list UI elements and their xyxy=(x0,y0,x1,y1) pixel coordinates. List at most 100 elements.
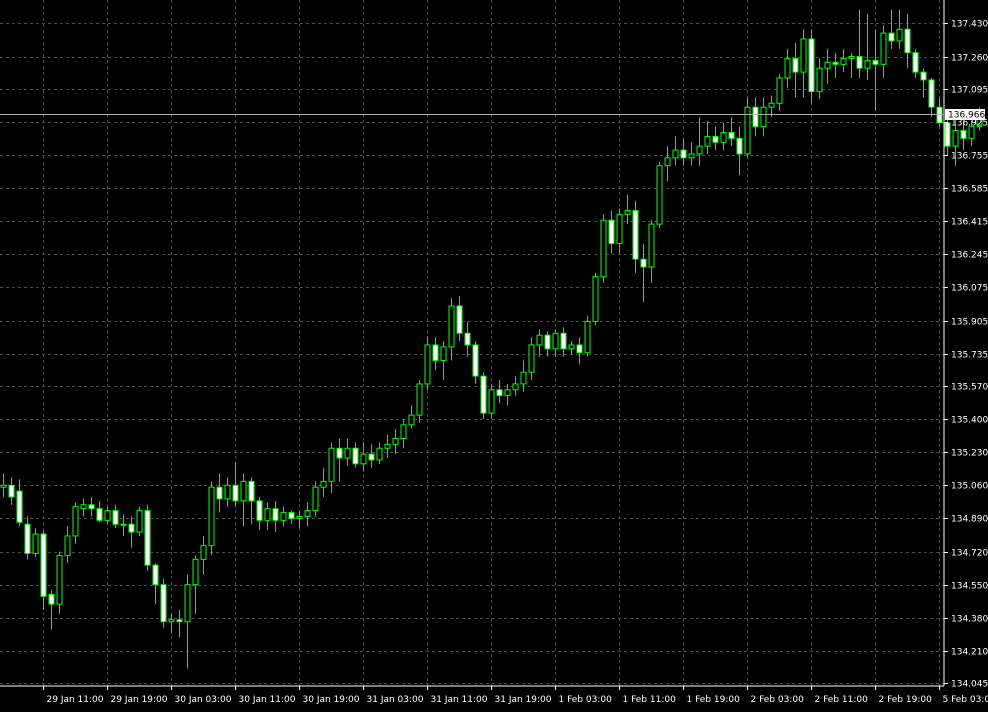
candle-body-bullish xyxy=(552,332,559,350)
candle xyxy=(208,481,215,556)
candle-body-bearish xyxy=(96,508,103,521)
price-tick-label: 135.735 xyxy=(951,351,988,361)
candle xyxy=(480,372,487,420)
time-tick-label: 29 Jan 11:00 xyxy=(47,695,104,705)
candle-body-bearish xyxy=(256,500,263,521)
price-tick-label: 137.260 xyxy=(951,54,988,64)
candle-body-bearish xyxy=(456,305,463,334)
candle-body-bearish xyxy=(928,79,935,108)
price-tick-label: 135.570 xyxy=(951,383,988,393)
time-tick-label: 30 Jan 19:00 xyxy=(303,695,360,705)
candle-body-bullish xyxy=(0,484,7,488)
price-tick-label: 134.550 xyxy=(951,582,988,592)
time-tick-label: 29 Jan 19:00 xyxy=(111,695,168,705)
candle-body-bullish xyxy=(64,535,71,556)
candle-body-bullish xyxy=(512,383,519,391)
candle-body-bullish xyxy=(776,77,783,104)
candle-body-bullish xyxy=(720,132,727,143)
candle-body-bullish xyxy=(328,447,335,482)
price-tick-label: 135.060 xyxy=(951,482,988,492)
candle-body-bullish xyxy=(488,389,495,414)
candle-body-bullish xyxy=(320,480,327,488)
chart-background xyxy=(0,0,988,712)
candle-body-bullish xyxy=(136,510,143,533)
candle-body-bullish xyxy=(688,153,695,159)
candlestick-chart[interactable]: 137.430137.260137.095136.925136.755136.5… xyxy=(0,0,988,712)
candle-body-bearish xyxy=(216,486,223,500)
price-tick-label: 134.890 xyxy=(951,515,988,525)
candle-body-bullish xyxy=(824,61,831,69)
candle-body-bullish xyxy=(592,276,599,323)
candle xyxy=(600,214,607,283)
candle-body-bearish xyxy=(496,389,503,397)
candle-body-bearish xyxy=(248,480,255,502)
candle xyxy=(592,272,599,326)
candle-body-bullish xyxy=(312,486,319,512)
price-tick-label: 134.720 xyxy=(951,549,988,559)
price-tick-label: 134.380 xyxy=(951,615,988,625)
candle-body-bearish xyxy=(24,523,31,554)
candle-body-bearish xyxy=(368,453,375,461)
candle-body-bullish xyxy=(800,38,807,73)
time-tick-label: 5 Feb 03:00 xyxy=(943,695,988,705)
candle-body-bearish xyxy=(88,504,95,510)
candle-body-bullish xyxy=(208,486,215,547)
price-tick-label: 136.075 xyxy=(951,284,988,294)
candle-body-bullish xyxy=(376,447,383,461)
candle-body-bullish xyxy=(32,533,39,554)
candle-body-bullish xyxy=(768,102,775,108)
time-tick-label: 31 Jan 11:00 xyxy=(431,695,488,705)
candle-body-bullish xyxy=(664,157,671,167)
price-tick-label: 136.585 xyxy=(951,185,988,195)
candle xyxy=(160,578,167,628)
candle-body-bullish xyxy=(104,510,111,521)
candle-body-bullish xyxy=(192,558,199,586)
current-price-label: 136.966 xyxy=(948,111,985,121)
price-chart-window[interactable]: 137.430 137.260 137.095 136.925 136.755 136.5… xyxy=(0,0,988,712)
candle-body-bearish xyxy=(352,447,359,465)
candle-body-bullish xyxy=(600,219,607,278)
candle-body-bullish xyxy=(448,305,455,348)
candle-body-bearish xyxy=(336,447,343,459)
candle-body-bearish xyxy=(752,106,759,128)
candle-body-bullish xyxy=(696,145,703,155)
time-tick-label: 30 Jan 03:00 xyxy=(175,695,232,705)
candle-body-bearish xyxy=(152,564,159,586)
price-tick-label: 135.400 xyxy=(951,416,988,426)
candle-body-bullish xyxy=(760,106,767,128)
candle-body-bullish xyxy=(408,414,415,426)
candle-body-bearish xyxy=(912,52,919,73)
price-tick-label: 136.245 xyxy=(951,251,988,261)
candle-body-bullish xyxy=(440,346,447,362)
candle-body-bullish xyxy=(296,515,303,519)
candle-body-bearish xyxy=(560,332,567,350)
candle-body-bearish xyxy=(544,334,551,350)
candle-body-bullish xyxy=(840,57,847,65)
candle-body-bearish xyxy=(712,135,719,143)
candle-body-bearish xyxy=(112,510,119,525)
candle-body-bearish xyxy=(160,584,167,623)
candle-body-bearish xyxy=(472,344,479,377)
candle-body-bearish xyxy=(904,28,911,54)
candle-body-bearish xyxy=(288,512,295,519)
candle-body-bullish xyxy=(240,480,247,502)
candle-body-bearish xyxy=(920,71,927,81)
time-tick-label: 1 Feb 11:00 xyxy=(623,695,677,705)
candle xyxy=(56,551,63,614)
candle-body-bearish xyxy=(432,344,439,362)
candle-body-bearish xyxy=(832,61,839,65)
candle-body-bullish xyxy=(424,344,431,385)
candle-body-bullish xyxy=(816,67,823,93)
candle-body-bullish xyxy=(784,57,791,79)
candle-body-bearish xyxy=(736,137,743,155)
candle-body-bullish xyxy=(880,32,887,65)
time-tick-label: 31 Jan 19:00 xyxy=(495,695,552,705)
time-tick-label: 1 Feb 03:00 xyxy=(559,695,613,705)
candle xyxy=(656,161,663,229)
candle xyxy=(424,337,431,390)
time-tick-label: 2 Feb 19:00 xyxy=(879,695,933,705)
candle-body-bearish xyxy=(944,122,951,147)
candle-body-bullish xyxy=(504,389,511,397)
candle-body-bearish xyxy=(480,375,487,414)
candle-body-bullish xyxy=(80,504,87,510)
